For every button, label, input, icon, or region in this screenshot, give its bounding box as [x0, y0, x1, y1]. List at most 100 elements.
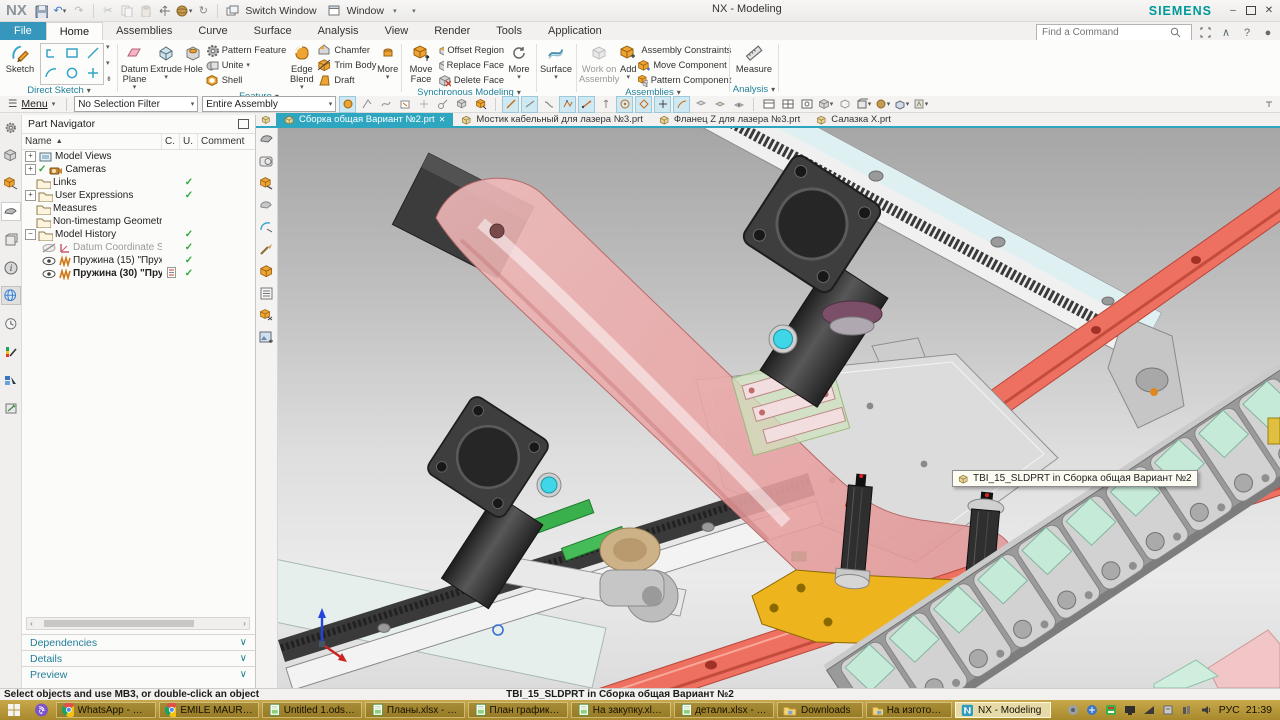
expand-icon[interactable]: + — [25, 151, 36, 162]
shell-button[interactable]: Shell — [205, 73, 287, 87]
snap-line2-icon[interactable] — [521, 95, 539, 113]
column-u[interactable]: U. — [180, 134, 198, 149]
column-comment[interactable]: Comment — [198, 134, 255, 149]
move-component-button[interactable]: Move Component — [637, 58, 731, 72]
tool-sketch-edit-icon[interactable] — [258, 219, 276, 235]
measure-button[interactable]: Measure — [732, 41, 776, 74]
sketch-button[interactable]: Sketch — [2, 41, 38, 74]
tray-app-icon-2[interactable] — [1086, 704, 1099, 717]
add-component-button[interactable]: Add ▾ — [619, 41, 637, 81]
snap-point-toggle-icon[interactable] — [339, 95, 357, 113]
help-icon[interactable]: ? — [1239, 25, 1255, 40]
offset-region-button[interactable]: Offset Region — [438, 43, 504, 57]
replace-face-button[interactable]: Replace Face — [438, 58, 504, 72]
reuse-library-icon[interactable] — [2, 231, 20, 248]
tree-row-non-timestamp-geometry[interactable]: Non-timestamp Geometry — [22, 215, 255, 228]
taskbar-item-na-izgotovlenie[interactable]: На изготовление — [866, 702, 952, 718]
render-style-icon[interactable]: ▾ — [875, 97, 890, 112]
snap-spline-icon[interactable] — [559, 95, 577, 113]
menu-button[interactable]: ☰ Menu ▾ — [4, 98, 59, 110]
switch-window-icon[interactable] — [224, 3, 240, 19]
unite-button[interactable]: Unite ▾ — [205, 58, 287, 72]
tray-network-icon[interactable] — [1143, 704, 1156, 717]
edge-yellow-clip[interactable] — [1267, 417, 1280, 445]
selection-tool-icon-3[interactable] — [397, 97, 412, 112]
part-tab-2[interactable]: Мостик кабельный для лазера №3.prt — [453, 113, 651, 126]
navigator-horizontal-scrollbar[interactable]: ‹ › — [26, 617, 250, 630]
snap-polyline-icon[interactable] — [578, 95, 596, 113]
history-icon[interactable] — [2, 315, 20, 332]
selection-tool-icon-5[interactable] — [435, 97, 450, 112]
restore-button[interactable] — [1242, 2, 1260, 18]
tree-row-measures[interactable]: Measures — [22, 202, 255, 215]
window-menu-label[interactable]: Window — [347, 5, 384, 17]
tree-row-cameras[interactable]: + ✓ Cameras — [22, 163, 255, 176]
toolbar-overflow-icon[interactable] — [1261, 97, 1276, 112]
tray-app-icon-3[interactable] — [1105, 704, 1118, 717]
sync-more-button[interactable]: More ▾ — [504, 41, 534, 81]
taskbar-item-nx[interactable]: NX - Modeling — [955, 702, 1051, 718]
snap-axis-icon[interactable] — [598, 97, 613, 112]
snap-face2-icon[interactable] — [712, 97, 727, 112]
window-menu-icon[interactable] — [326, 3, 342, 19]
tool-edit-part-icon[interactable] — [258, 175, 276, 191]
section-dependencies[interactable]: Dependencies ∨ — [22, 634, 255, 650]
selection-filter-combo[interactable]: No Selection Filter ▾ — [74, 96, 199, 112]
window-cascade-icon[interactable] — [780, 97, 795, 112]
tab-render[interactable]: Render — [421, 22, 483, 40]
scrollbar-thumb[interactable] — [44, 620, 194, 627]
tab-file[interactable]: File — [0, 22, 46, 40]
extrude-button[interactable]: Extrude ▾ — [150, 41, 182, 81]
snap-curve-icon[interactable] — [541, 97, 556, 112]
switch-window-label[interactable]: Switch Window — [245, 5, 316, 17]
clock[interactable]: 21:39 — [1246, 704, 1272, 716]
selection-tool-icon-1[interactable] — [359, 97, 374, 112]
window-menu-dropdown-icon[interactable]: ▾ — [387, 3, 403, 19]
close-tab-icon[interactable]: ✕ — [439, 115, 446, 124]
tree-row-user-expressions[interactable]: + User Expressions ✓ — [22, 189, 255, 202]
paste-icon[interactable] — [138, 3, 154, 19]
sketch-gallery-arrows[interactable]: ▾ ▾ ⇟ — [106, 43, 112, 83]
tool-part-icon[interactable] — [258, 131, 276, 147]
roles-gear-icon[interactable] — [2, 119, 20, 136]
move-tool-icon[interactable] — [157, 3, 173, 19]
view-style-icon[interactable]: ▾ — [176, 3, 192, 19]
undo-icon[interactable]: ↶ ▾ — [52, 3, 68, 19]
shaded-view-icon[interactable]: ▾ — [818, 97, 833, 112]
section-preview[interactable]: Preview ∨ — [22, 666, 255, 682]
eye-icon[interactable] — [42, 267, 56, 280]
tab-home[interactable]: Home — [45, 22, 104, 40]
locator-button-left[interactable] — [536, 472, 562, 498]
qat-overflow-icon[interactable]: ▾ — [406, 3, 422, 19]
tool-box-icon[interactable] — [258, 263, 276, 279]
redo-icon[interactable]: ↷ — [71, 3, 87, 19]
taskbar-item-plany-xlsx[interactable]: Планы.xlsx - Libr... — [365, 702, 465, 718]
snap-intersection-icon[interactable] — [654, 95, 672, 113]
taskbar-item-downloads[interactable]: Downloads — [777, 702, 863, 718]
repeat-command-icon[interactable]: ↻ — [195, 3, 211, 19]
tree-row-model-history[interactable]: − Model History ✓ — [22, 228, 255, 241]
tree-row-model-views[interactable]: + Model Views — [22, 150, 255, 163]
graphics-window[interactable] — [256, 126, 1280, 688]
part-tab-4[interactable]: Салазка X.prt — [808, 113, 899, 126]
column-name[interactable]: Name ▲ — [22, 134, 162, 149]
snap-line-icon[interactable] — [502, 95, 520, 113]
tool-section-icon[interactable] — [258, 153, 276, 169]
edge-blend-button[interactable]: Edge Blend ▾ — [286, 41, 317, 91]
tab-curve[interactable]: Curve — [185, 22, 240, 40]
pattern-component-button[interactable]: Pattern Component — [637, 73, 731, 87]
section-details[interactable]: Details ∨ — [22, 650, 255, 666]
tree-row-datum-csys[interactable]: Datum Coordinate Sy... ✓ — [22, 241, 255, 254]
selection-tool-icon-7[interactable] — [473, 97, 488, 112]
snap-center-icon[interactable] — [616, 95, 634, 113]
window-new-icon[interactable] — [799, 97, 814, 112]
panel-undock-icon[interactable] — [238, 119, 249, 129]
window-tile-icon[interactable] — [761, 97, 776, 112]
viber-icon[interactable] — [29, 702, 53, 719]
tray-pen-icon[interactable] — [1181, 704, 1194, 717]
tab-analysis[interactable]: Analysis — [305, 22, 372, 40]
tray-display-icon[interactable] — [1124, 704, 1137, 717]
point-icon[interactable] — [86, 66, 100, 83]
pattern-feature-button[interactable]: Pattern Feature — [205, 43, 286, 57]
close-button[interactable]: ✕ — [1260, 2, 1278, 18]
